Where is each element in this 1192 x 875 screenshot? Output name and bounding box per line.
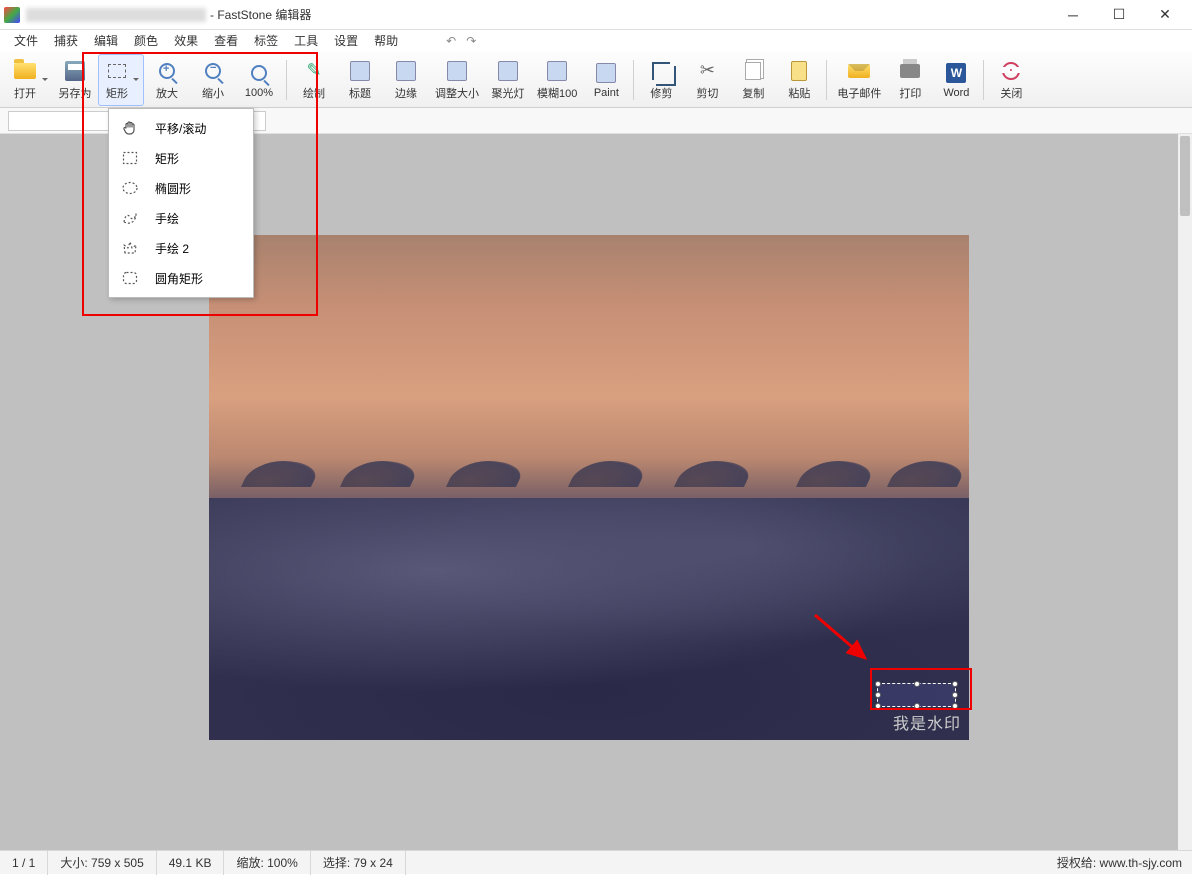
copy-button[interactable]: 复制 xyxy=(730,54,776,106)
paint-button[interactable]: Paint xyxy=(583,54,629,106)
email-label: 电子邮件 xyxy=(837,85,881,101)
menu-view[interactable]: 查看 xyxy=(206,30,246,52)
resize-icon xyxy=(447,61,467,81)
printer-icon xyxy=(900,64,920,78)
menu-help[interactable]: 帮助 xyxy=(366,30,406,52)
dropdown-roundrect[interactable]: 圆角矩形 xyxy=(109,263,253,293)
resize-label: 调整大小 xyxy=(435,85,479,101)
redo-icon[interactable]: ↷ xyxy=(466,34,476,48)
crop-label: 修剪 xyxy=(650,85,672,101)
minimize-button[interactable]: ─ xyxy=(1050,0,1096,30)
undo-icon[interactable]: ↶ xyxy=(446,34,456,48)
dropdown-ellipse[interactable]: 椭圆形 xyxy=(109,173,253,203)
watermark-text: 我是水印 xyxy=(893,710,961,734)
status-page: 1 / 1 xyxy=(0,851,48,875)
menu-tool[interactable]: 工具 xyxy=(286,30,326,52)
open-button[interactable]: 打开 xyxy=(6,54,52,106)
cut-button[interactable]: ✂ 剪切 xyxy=(684,54,730,106)
dropdown-pan-label: 平移/滚动 xyxy=(155,120,206,137)
crop-icon xyxy=(652,62,670,80)
close-window-button[interactable]: ✕ xyxy=(1142,0,1188,30)
roundrect-icon xyxy=(121,269,139,287)
menu-settings[interactable]: 设置 xyxy=(326,30,366,52)
menu-bar: 文件 捕获 编辑 颜色 效果 查看 标签 工具 设置 帮助 ↶ ↷ xyxy=(0,30,1192,52)
folder-icon xyxy=(14,63,36,79)
title-filename-blurred xyxy=(26,8,206,22)
copy-icon xyxy=(745,62,761,80)
app-icon xyxy=(4,7,20,23)
rect-tool-dropdown: 平移/滚动 矩形 椭圆形 手绘 手绘 2 圆角矩形 xyxy=(108,108,254,298)
paste-button[interactable]: 粘贴 xyxy=(776,54,822,106)
status-size: 大小: 759 x 505 xyxy=(48,851,156,875)
spotlight-button[interactable]: 聚光灯 xyxy=(485,54,531,106)
menu-capture[interactable]: 捕获 xyxy=(46,30,86,52)
email-button[interactable]: 电子邮件 xyxy=(831,54,887,106)
word-label: Word xyxy=(943,87,969,99)
paste-icon xyxy=(791,61,807,81)
dropdown-freehand[interactable]: 手绘 xyxy=(109,203,253,233)
status-zoom: 缩放: 100% xyxy=(224,851,310,875)
dropdown-ellipse-label: 椭圆形 xyxy=(155,180,191,197)
spotlight-icon xyxy=(498,61,518,81)
menu-file[interactable]: 文件 xyxy=(6,30,46,52)
status-credit: 授权给: www.th-sjy.com xyxy=(1047,854,1192,871)
word-icon: W xyxy=(946,63,966,83)
caption-button[interactable]: 标题 xyxy=(337,54,383,106)
maximize-button[interactable]: ☐ xyxy=(1096,0,1142,30)
status-filesize: 49.1 KB xyxy=(157,851,225,875)
print-label: 打印 xyxy=(899,85,921,101)
spotlight-label: 聚光灯 xyxy=(492,85,525,101)
paste-label: 粘贴 xyxy=(788,85,810,101)
annotation-arrow xyxy=(810,610,880,675)
blur-button[interactable]: 模糊100 xyxy=(531,54,583,106)
cut-label: 剪切 xyxy=(696,85,718,101)
blur-icon xyxy=(547,61,567,81)
dropdown-rect[interactable]: 矩形 xyxy=(109,143,253,173)
annotation-box-selection xyxy=(870,668,972,710)
dropdown-freehand-label: 手绘 xyxy=(155,210,179,227)
freehand2-icon xyxy=(121,239,139,257)
window-title: - FastStone 编辑器 xyxy=(210,6,311,23)
hand-icon xyxy=(121,119,139,137)
freehand-icon xyxy=(121,209,139,227)
paint-label: Paint xyxy=(594,87,619,99)
dropdown-roundrect-label: 圆角矩形 xyxy=(155,270,203,287)
dropdown-rect-label: 矩形 xyxy=(155,150,179,167)
close-button[interactable]: 关闭 xyxy=(988,54,1034,106)
print-button[interactable]: 打印 xyxy=(887,54,933,106)
status-bar: 1 / 1 大小: 759 x 505 49.1 KB 缩放: 100% 选择:… xyxy=(0,850,1192,874)
word-button[interactable]: W Word xyxy=(933,54,979,106)
caption-label: 标题 xyxy=(349,85,371,101)
resize-button[interactable]: 调整大小 xyxy=(429,54,485,106)
scissors-icon: ✂ xyxy=(695,59,719,83)
crop-button[interactable]: 修剪 xyxy=(638,54,684,106)
dropdown-pan[interactable]: 平移/滚动 xyxy=(109,113,253,143)
power-icon xyxy=(1002,62,1020,80)
menu-effect[interactable]: 效果 xyxy=(166,30,206,52)
rect-icon xyxy=(121,149,139,167)
open-label: 打开 xyxy=(14,85,36,101)
dropdown-freehand2-label: 手绘 2 xyxy=(155,240,189,257)
edge-icon xyxy=(396,61,416,81)
paint-icon xyxy=(596,63,616,83)
menu-edit[interactable]: 编辑 xyxy=(86,30,126,52)
ellipse-icon xyxy=(121,179,139,197)
edge-label: 边缘 xyxy=(395,85,417,101)
blur-label: 模糊100 xyxy=(537,85,577,101)
vertical-scrollbar[interactable] xyxy=(1178,134,1192,850)
caption-icon xyxy=(350,61,370,81)
mail-icon xyxy=(848,64,870,78)
close-label: 关闭 xyxy=(1000,85,1022,101)
status-selection: 选择: 79 x 24 xyxy=(311,851,406,875)
menu-tag[interactable]: 标签 xyxy=(246,30,286,52)
menu-color[interactable]: 颜色 xyxy=(126,30,166,52)
edge-button[interactable]: 边缘 xyxy=(383,54,429,106)
dropdown-freehand2[interactable]: 手绘 2 xyxy=(109,233,253,263)
copy-label: 复制 xyxy=(742,85,764,101)
